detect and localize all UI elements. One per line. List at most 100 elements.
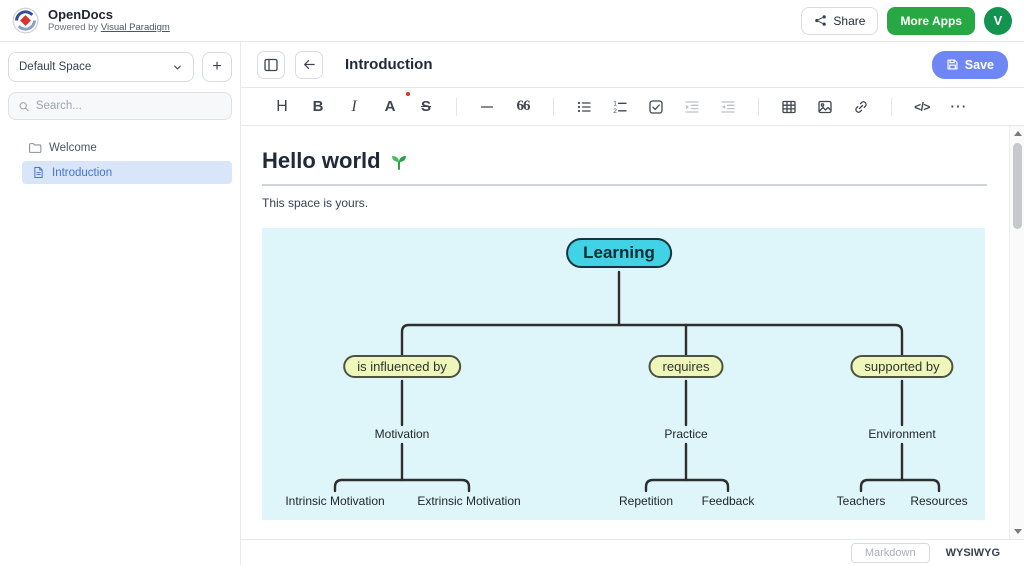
horizontal-rule-icon [479,99,495,115]
page-title: Introduction [345,56,432,73]
toolbar-divider [758,98,759,116]
markdown-mode-button[interactable]: Markdown [851,543,930,563]
scrollbar-down-icon[interactable] [1010,524,1024,539]
space-selector[interactable]: Default Space [8,52,194,82]
toolbar-divider [456,98,457,116]
more-apps-button[interactable]: More Apps [887,7,975,35]
save-button[interactable]: Save [932,51,1008,79]
add-space-button[interactable]: + [202,52,232,82]
app-title: OpenDocs [48,8,170,23]
mindmap-root-node: Learning [566,238,672,268]
toggle-sidebar-button[interactable] [257,51,285,79]
numbered-list-button[interactable]: 1 2 [605,93,635,121]
indent-button[interactable] [677,93,707,121]
code-button[interactable]: </> [907,93,937,121]
horizontal-rule-button[interactable] [472,93,502,121]
save-label: Save [965,58,994,72]
wysiwyg-mode-button[interactable]: WYSIWYG [940,543,1006,563]
visual-paradigm-link[interactable]: Visual Paradigm [101,22,170,33]
bullet-list-button[interactable] [569,93,599,121]
formatting-toolbar: H B I A S 66 [241,88,1024,126]
checklist-button[interactable] [641,93,671,121]
document-heading-text: Hello world [262,148,381,174]
svg-text:2: 2 [613,108,617,115]
document-body[interactable]: Hello world This space is yours. [241,126,1009,539]
mindmap-leaf-node: Repetition [619,494,673,508]
scrollbar-thumb[interactable] [1013,143,1022,229]
brand: OpenDocs Powered by Visual Paradigm [12,7,170,34]
font-color-button[interactable]: A [375,93,405,121]
more-options-button[interactable]: ⋯ [943,93,973,121]
svg-text:1: 1 [613,100,617,107]
bold-button[interactable]: B [303,93,333,121]
page-tree: Welcome Introduction [8,136,232,184]
share-icon [814,14,827,27]
back-arrow-icon [302,57,317,72]
italic-button[interactable]: I [339,93,369,121]
checklist-icon [648,99,664,115]
scrollbar-up-icon[interactable] [1010,126,1024,141]
toolbar-divider [891,98,892,116]
numbered-list-icon: 1 2 [612,99,628,115]
indent-icon [684,99,700,115]
share-button[interactable]: Share [801,7,878,35]
outdent-icon [720,99,736,115]
toolbar-divider [553,98,554,116]
opendocs-app: OpenDocs Powered by Visual Paradigm Shar… [0,0,1024,565]
editor-content: Hello world This space is yours. [241,126,1024,539]
folder-icon [28,141,42,155]
share-label: Share [833,14,865,28]
powered-by-prefix: Powered by [48,22,98,33]
mindmap-leaf-node: Teachers [837,494,886,508]
search-box[interactable] [8,92,232,120]
mindmap-branch-node: supported by [850,355,953,378]
document-header: Introduction Save [241,42,1024,88]
mindmap-diagram[interactable]: Learning is influenced by requires suppo… [262,228,985,520]
document-paragraph: This space is yours. [262,196,987,210]
powered-by: Powered by Visual Paradigm [48,23,170,34]
color-dot [406,92,410,96]
blockquote-button[interactable]: 66 [508,93,538,121]
heading-button[interactable]: H [267,93,297,121]
mindmap-branch-node: requires [649,355,724,378]
top-bar: OpenDocs Powered by Visual Paradigm Shar… [0,0,1024,42]
table-icon [781,99,797,115]
chevron-down-icon [172,62,183,73]
mindmap-child-node: Practice [664,427,707,441]
outdent-button[interactable] [713,93,743,121]
bullet-list-icon [576,99,592,115]
save-icon [946,58,959,71]
status-bar: Markdown WYSIWYG [241,539,1024,565]
search-input[interactable] [36,100,222,112]
tree-item-welcome[interactable]: Welcome [8,136,232,159]
mindmap-child-node: Environment [868,427,935,441]
mindmap-leaf-node: Intrinsic Motivation [285,494,384,508]
main-area: Introduction Save H B I A [241,42,1024,565]
top-bar-actions: Share More Apps V [801,7,1012,35]
back-button[interactable] [295,51,323,79]
mindmap-leaf-node: Resources [910,494,967,508]
tree-item-label: Welcome [49,142,97,154]
image-icon [817,99,833,115]
seedling-icon [389,151,409,171]
panel-toggle-icon [263,57,279,73]
mindmap-branch-node: is influenced by [343,355,461,378]
link-button[interactable] [846,93,876,121]
brand-text: OpenDocs Powered by Visual Paradigm [48,8,170,34]
search-icon [18,100,30,113]
document-icon [32,166,45,179]
avatar[interactable]: V [984,7,1012,35]
font-color-label: A [385,98,396,115]
image-button[interactable] [810,93,840,121]
vertical-scrollbar[interactable] [1009,126,1024,539]
document-heading: Hello world [262,148,987,186]
mindmap-leaf-node: Extrinsic Motivation [417,494,520,508]
mindmap-leaf-node: Feedback [702,494,755,508]
strikethrough-button[interactable]: S [411,93,441,121]
link-icon [853,99,869,115]
table-button[interactable] [774,93,804,121]
tree-item-label: Introduction [52,167,112,179]
mindmap-child-node: Motivation [375,427,430,441]
opendocs-logo [12,7,39,34]
tree-item-introduction[interactable]: Introduction [22,161,232,184]
